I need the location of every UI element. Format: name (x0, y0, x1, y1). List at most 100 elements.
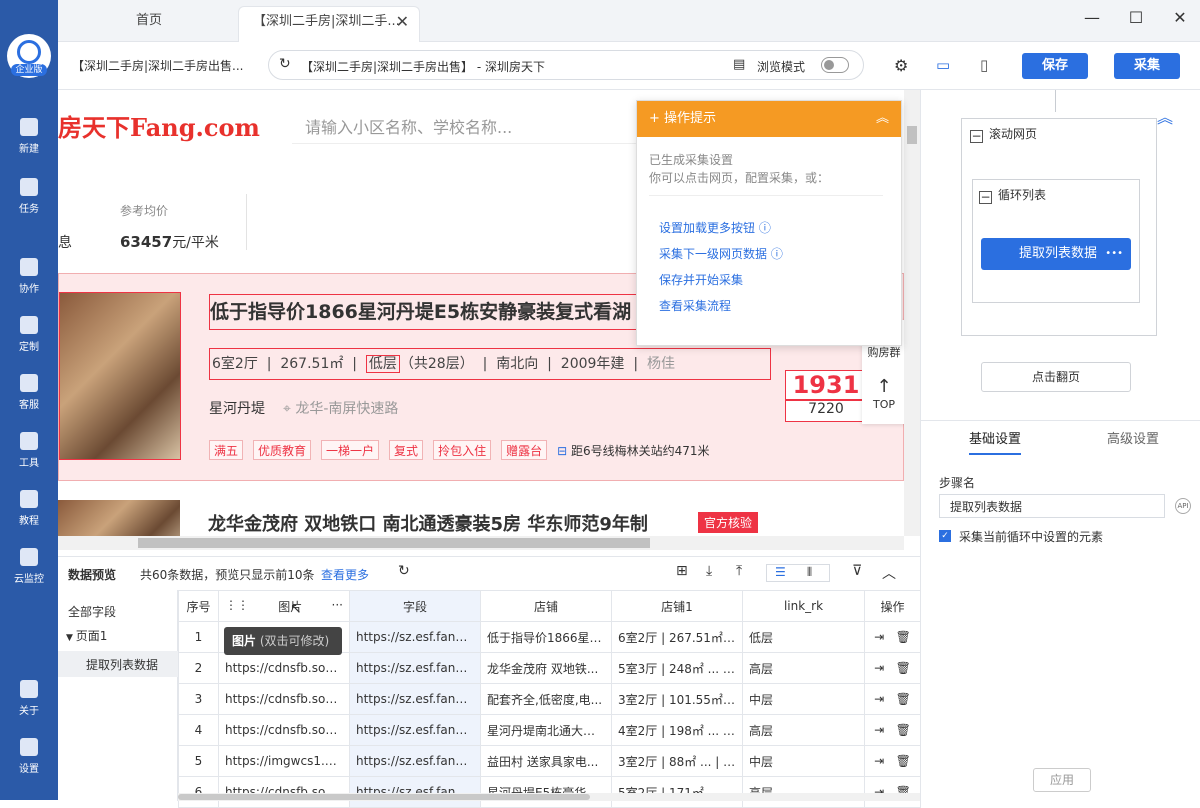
back-to-top[interactable]: TOP (862, 398, 906, 411)
close-tab-icon[interactable]: ✕ (396, 7, 409, 37)
browse-mode-toggle[interactable] (821, 57, 849, 73)
buyer-group-link[interactable]: 购房群 (862, 344, 906, 360)
floor-value[interactable]: 低层 (365, 355, 400, 373)
nav-tools[interactable]: 工具 (0, 432, 58, 469)
column-menu-icon[interactable]: ··· (332, 598, 343, 612)
list-view-icon[interactable]: ☰ (775, 565, 786, 579)
tab-basic-settings[interactable]: 基础设置 (969, 428, 1022, 455)
table-row[interactable]: 3 https://cdnsfb.soufu... https://sz.esf… (178, 683, 921, 715)
column-header[interactable]: 字段 (349, 590, 481, 622)
listing2-title[interactable]: 龙华金茂府 双地铁口 南北通透豪装5房 华东师范9年制 (208, 510, 648, 536)
extract-list-step[interactable]: 提取列表数据 ••• (981, 238, 1131, 270)
agent-name[interactable]: 杨佳 (647, 356, 675, 372)
view-more-link[interactable]: 查看更多 (321, 566, 369, 583)
scroll-thumb[interactable] (178, 794, 590, 800)
listing-title[interactable]: 低于指导价1866星河丹堤E5栋安静豪装复式看湖 (209, 294, 639, 330)
filter-icon[interactable]: ⊽ (852, 563, 862, 579)
layout-side-icon[interactable]: ▯ (980, 56, 988, 74)
tips-header[interactable]: + 操作提示 ︽ (637, 101, 901, 137)
nav-collab[interactable]: 协作 (0, 258, 58, 295)
collect-button[interactable]: 采集 (1114, 53, 1180, 79)
refresh-icon[interactable]: ↻ (279, 56, 291, 72)
site-search-input[interactable]: 请输入小区名称、学校名称... (292, 110, 664, 144)
enter-icon[interactable]: ⇥ (874, 754, 884, 768)
enter-icon[interactable]: ⇥ (874, 723, 884, 737)
address-bar[interactable]: ↻ 【深圳二手房|深圳二手房出售】 - 深圳房天下 ▤ 浏览模式 (268, 50, 864, 80)
column-header[interactable]: 店铺 (480, 590, 612, 622)
scroll-thumb[interactable] (907, 126, 917, 144)
nav-support[interactable]: 客服 (0, 374, 58, 411)
nav-tasks[interactable]: 任务 (0, 178, 58, 215)
web-page-view[interactable]: 房天下Fang.com 请输入小区名称、学校名称... 息 参考均价 63457… (58, 90, 920, 550)
nav-cloud-monitor[interactable]: 云监控 (0, 548, 58, 585)
trash-icon[interactable]: 🗑 (896, 692, 911, 706)
collapse-up-icon[interactable]: ︽ (1157, 104, 1173, 128)
view-switch[interactable]: ☰ ⫴ (766, 564, 830, 582)
minimize-icon[interactable]: — (1080, 8, 1104, 32)
nav-settings[interactable]: 设置 (0, 738, 58, 775)
tab-current[interactable]: 【深圳二手房|深圳二手... ✕ (238, 6, 420, 42)
help-icon[interactable]: ⓘ (771, 247, 783, 261)
column-header[interactable]: 序号 (178, 590, 219, 622)
listing-details[interactable]: 6室2厅 | 267.51㎡ | 低层 （共28层） | 南北向 | 2009年建… (209, 348, 771, 380)
loop-list-block[interactable]: − 循环列表 提取列表数据 ••• (972, 179, 1140, 303)
tree-extract-list[interactable]: 提取列表数据 (58, 651, 178, 677)
location[interactable]: ⌖ 龙华-南屏快速路 (283, 398, 398, 418)
collapse-icon[interactable]: − (979, 191, 992, 204)
trash-icon[interactable]: 🗑 (896, 754, 911, 768)
listing-price[interactable]: 1931 (785, 370, 867, 400)
enter-icon[interactable]: ⇥ (874, 661, 884, 675)
apply-button[interactable]: 应用 (1033, 768, 1091, 792)
tab-home[interactable]: 首页 (136, 6, 162, 42)
trash-icon[interactable]: 🗑 (896, 630, 911, 644)
scroll-page-block[interactable]: − 滚动网页 − 循环列表 提取列表数据 ••• (961, 118, 1157, 336)
window-close-icon[interactable]: ✕ (1168, 8, 1192, 32)
community-name[interactable]: 星河丹堤 (209, 398, 265, 418)
enter-icon[interactable]: ⇥ (874, 630, 884, 644)
pagination-step[interactable]: 点击翻页 (981, 362, 1131, 392)
arrow-up-icon[interactable]: ↑ (862, 376, 906, 397)
trash-icon[interactable]: 🗑 (896, 723, 911, 737)
caret-down-icon[interactable]: ▼ (66, 633, 76, 643)
trash-icon[interactable]: 🗑 (896, 661, 911, 675)
scroll-thumb[interactable] (138, 538, 650, 548)
table-row[interactable]: 2 https://cdnsfb.soufu... https://sz.esf… (178, 652, 921, 684)
collapse-icon[interactable]: − (970, 130, 983, 143)
tip-link-next-level[interactable]: 采集下一级网页数据 ⓘ (659, 245, 783, 262)
save-button[interactable]: 保存 (1022, 53, 1088, 79)
nav-new[interactable]: 新建 (0, 118, 58, 155)
tree-all-fields[interactable]: 全部字段 (68, 603, 116, 620)
export-icon[interactable]: ⤒ (736, 563, 742, 579)
import-icon[interactable]: ⤓ (706, 563, 712, 579)
collapse-icon[interactable]: ︽ (876, 101, 889, 137)
reader-icon[interactable]: ▤ (733, 57, 745, 72)
refresh-icon[interactable]: ↻ (398, 563, 410, 579)
tip-link-load-more[interactable]: 设置加载更多按钮 ⓘ (659, 219, 771, 236)
listing-unit-price[interactable]: 7220 (785, 400, 867, 422)
nav-custom[interactable]: 定制 (0, 316, 58, 353)
column-view-icon[interactable]: ⫴ (807, 565, 812, 580)
app-logo[interactable]: 企业版 (7, 34, 51, 78)
tab-advanced-settings[interactable]: 高级设置 (1107, 428, 1159, 447)
nav-about[interactable]: 关于 (0, 680, 58, 717)
table-row[interactable]: 6 https://cdnsfb.soufu... https://sz.esf… (178, 776, 921, 808)
layout-bottom-icon[interactable]: ▭ (936, 56, 950, 74)
column-header[interactable]: 操作 (864, 590, 921, 622)
drag-handle-icon[interactable]: ⋮⋮ (225, 598, 249, 612)
column-header[interactable]: 店铺1 (611, 590, 743, 622)
tip-link-view-flow[interactable]: 查看采集流程 (659, 297, 731, 314)
table-row[interactable]: 4 https://cdnsfb.soufu... https://sz.esf… (178, 714, 921, 746)
horizontal-scrollbar[interactable] (58, 536, 904, 550)
site-logo[interactable]: 房天下Fang.com (58, 108, 260, 143)
nav-tutorial[interactable]: 教程 (0, 490, 58, 527)
maximize-icon[interactable]: ☐ (1124, 8, 1148, 32)
help-icon[interactable]: ⓘ (759, 221, 771, 235)
column-header[interactable]: link_rk (742, 590, 865, 622)
step-name-input[interactable]: 提取列表数据 (939, 494, 1165, 518)
collapse-panel-icon[interactable]: ︿ (882, 563, 896, 583)
listing-photo[interactable] (59, 292, 181, 460)
api-icon[interactable]: API (1175, 498, 1191, 514)
enter-icon[interactable]: ⇥ (874, 692, 884, 706)
tip-link-save-start[interactable]: 保存并开始采集 (659, 271, 743, 288)
vertical-scrollbar[interactable] (904, 90, 920, 536)
